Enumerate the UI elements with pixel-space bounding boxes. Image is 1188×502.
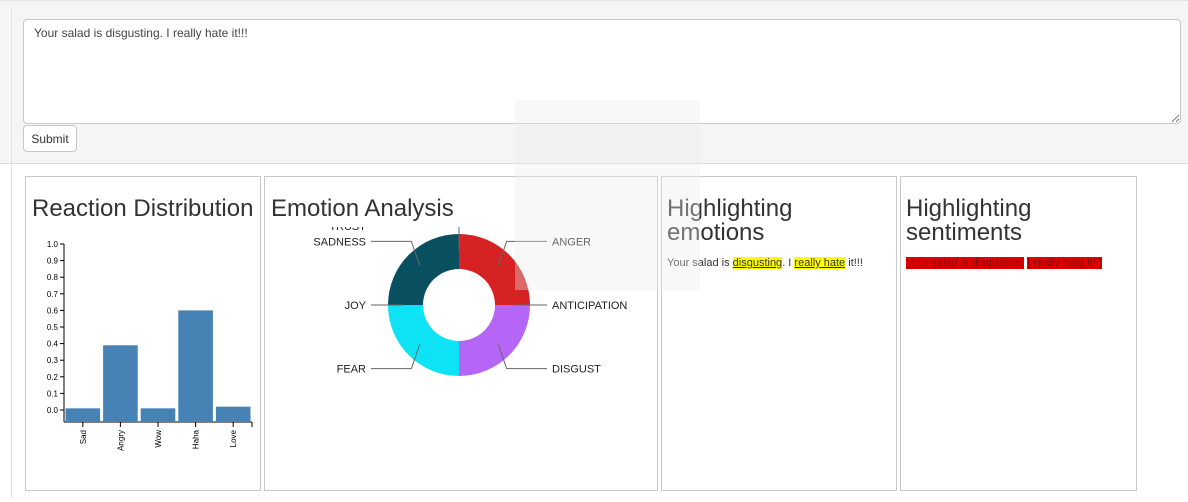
highlighted-sentiments-text: Your salad is disgusting. I really hate … <box>906 257 1102 269</box>
y-tick-label: 0.7 <box>47 290 59 299</box>
x-tick-label: Wow <box>154 430 163 448</box>
y-tick-label: 0.8 <box>47 273 59 282</box>
plain-text: Your salad is <box>667 257 733 269</box>
y-tick-label: 0.9 <box>47 257 59 266</box>
slice-anger <box>459 234 530 305</box>
y-tick-label: 0.3 <box>47 356 59 365</box>
emotion-donut-chart: ANGERANTICIPATIONDISGUSTSURPRISETRUSTSAD… <box>313 227 627 376</box>
highlighting-emotions-panel: Highlighting emotions Your salad is disg… <box>661 176 897 491</box>
slice-label-sadness: SADNESS <box>313 236 366 248</box>
highlighted-phrase: Your salad is disgusting. <box>906 257 1025 269</box>
bar-love <box>215 406 251 422</box>
x-tick-label: Love <box>229 429 238 447</box>
x-tick-label: Sad <box>79 430 88 444</box>
x-tick-label: Haha <box>192 429 201 449</box>
highlighted-phrase: really hate <box>794 257 846 269</box>
slice-label-disgust: DISGUST <box>552 364 601 376</box>
y-tick-label: 0.1 <box>47 389 59 398</box>
content-divider <box>11 8 12 498</box>
slice-disgust <box>459 305 530 376</box>
highlighting-sentiments-panel: Highlighting sentiments Your salad is di… <box>900 176 1137 491</box>
bar-sad <box>65 408 101 422</box>
reaction-bar-chart: 0.0 0.1 0.2 0.3 0.4 0.5 0.6 0.7 0.8 0.9 1.0 Sad Angr… <box>47 240 253 451</box>
y-tick-label: 0.6 <box>47 306 59 315</box>
highlighting-emotions-title: Highlighting emotions <box>667 195 793 246</box>
plain-text: it!!! <box>845 257 863 269</box>
slice-label-trust: TRUST <box>329 227 366 233</box>
y-tick-label: 1.0 <box>47 240 59 249</box>
slice-sadness <box>388 234 459 305</box>
slice-label-joy: JOY <box>345 300 367 312</box>
plain-text: . I <box>782 257 795 269</box>
bar-angry <box>103 345 138 422</box>
y-tick-label: 0.0 <box>47 406 59 415</box>
highlighted-phrase: disgusting <box>732 257 783 269</box>
highlighted-emotions-text: Your salad is disgusting. I really hate … <box>667 257 863 269</box>
highlighted-phrase: I really hate it!!! <box>1027 257 1102 269</box>
y-tick-label: 0.4 <box>47 340 59 349</box>
slice-label-anger: ANGER <box>552 236 591 248</box>
bar-haha <box>178 310 213 422</box>
x-tick-label: Angry <box>116 430 125 451</box>
slice-label-fear: FEAR <box>337 364 366 376</box>
submit-button[interactable]: Submit <box>23 125 77 152</box>
y-tick-label: 0.5 <box>47 323 59 332</box>
reaction-distribution-panel: Reaction Distribution 0.0 0.1 0.2 0.3 0.4 0.5… <box>25 176 261 491</box>
highlighting-sentiments-title: Highlighting sentiments <box>906 195 1032 246</box>
text-input[interactable] <box>23 19 1181 124</box>
bar-wow <box>140 408 176 422</box>
emotion-analysis-panel: Emotion Analysis ANGER ANTICIPATION DISGUS… <box>264 176 658 491</box>
emotion-analysis-title: Emotion Analysis <box>271 195 454 222</box>
y-tick-label: 0.2 <box>47 373 59 382</box>
slice-label-anticipation: ANTICIPATION <box>552 300 627 312</box>
slice-fear <box>388 305 459 376</box>
reaction-distribution-title: Reaction Distribution <box>32 195 254 222</box>
